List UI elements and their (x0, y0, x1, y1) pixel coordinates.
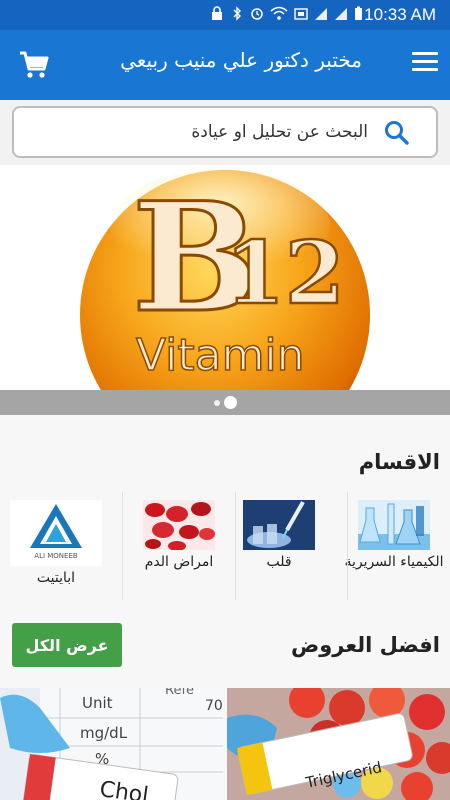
vitamin-b12-image: B 12 Vitamin (80, 169, 370, 390)
categories-title: الاقسام (358, 450, 440, 474)
search-icon[interactable] (384, 120, 410, 146)
search-bar-area (0, 100, 450, 165)
offers-list: Unit mg/dL % Refe 70 Chol Triglycerid (0, 688, 450, 800)
lab-logo-image: ALI MONEEB (10, 500, 102, 566)
category-item-clinical-chemistry[interactable]: الكيمياء السريرية (338, 488, 450, 606)
offer-sheet-text: 70 (205, 698, 223, 714)
signal-icon (335, 8, 347, 20)
battery-icon (355, 6, 362, 20)
signal-icon (315, 8, 327, 20)
wifi-icon (270, 6, 288, 20)
divider (122, 492, 123, 600)
category-item-heart[interactable]: قلب (223, 488, 335, 606)
status-time: 10:33 AM (364, 5, 436, 24)
status-bar: 10:33 AM (0, 0, 450, 30)
chemistry-flasks-image (358, 500, 430, 550)
offer-sheet-text: mg/dL (80, 724, 128, 742)
offer-sheet-text: Refe (165, 688, 194, 698)
promo-banner[interactable]: B 12 Vitamin (0, 165, 450, 390)
menu-icon (412, 52, 438, 71)
slide-dot-active[interactable] (224, 396, 237, 409)
banner-word: Vitamin (136, 330, 305, 381)
offer-card-triglyceride[interactable]: Triglycerid (227, 688, 450, 800)
category-label: الكيمياء السريرية (344, 554, 444, 570)
cholesterol-test-image: Unit mg/dL % Refe 70 Chol (0, 688, 223, 800)
lock-icon (212, 6, 222, 20)
category-label: امراض الدم (144, 554, 214, 570)
category-label: ابايتيت (36, 570, 76, 586)
offer-sheet-text: Unit (82, 694, 113, 712)
category-label: قلب (266, 554, 292, 570)
lab-logo-text: ALI MONEEB (34, 552, 78, 560)
category-item-blood-diseases[interactable]: امراض الدم (123, 488, 235, 606)
blood-cells-image (143, 500, 215, 550)
slide-indicator (0, 390, 450, 415)
pipette-image (243, 500, 315, 550)
app-title: مختبر دكتور علي منيب ربيعي (120, 48, 362, 72)
cast-icon (294, 8, 308, 20)
view-all-button[interactable]: عرض الكل (12, 623, 122, 667)
cart-button[interactable] (18, 50, 50, 80)
banner-number: 12 (225, 223, 345, 324)
search-input[interactable] (68, 118, 368, 146)
categories-list: الكيمياء السريرية قلب امراض الدم ALI MON… (0, 488, 450, 606)
slide-dot[interactable] (214, 400, 220, 406)
offers-title: افضل العروض (291, 633, 440, 657)
divider (347, 492, 348, 600)
divider (235, 492, 236, 600)
alarm-icon (251, 8, 263, 20)
cart-icon (20, 51, 49, 78)
status-icons (210, 6, 363, 21)
search-box[interactable] (12, 106, 438, 158)
offer-card-cholesterol[interactable]: Unit mg/dL % Refe 70 Chol (0, 688, 223, 800)
menu-button[interactable] (412, 52, 438, 74)
bluetooth-icon (233, 6, 241, 21)
triglyceride-test-image: Triglycerid (227, 688, 450, 800)
category-item-lab[interactable]: ALI MONEEB ابايتيت (0, 488, 112, 606)
app-bar: مختبر دكتور علي منيب ربيعي (0, 30, 450, 100)
